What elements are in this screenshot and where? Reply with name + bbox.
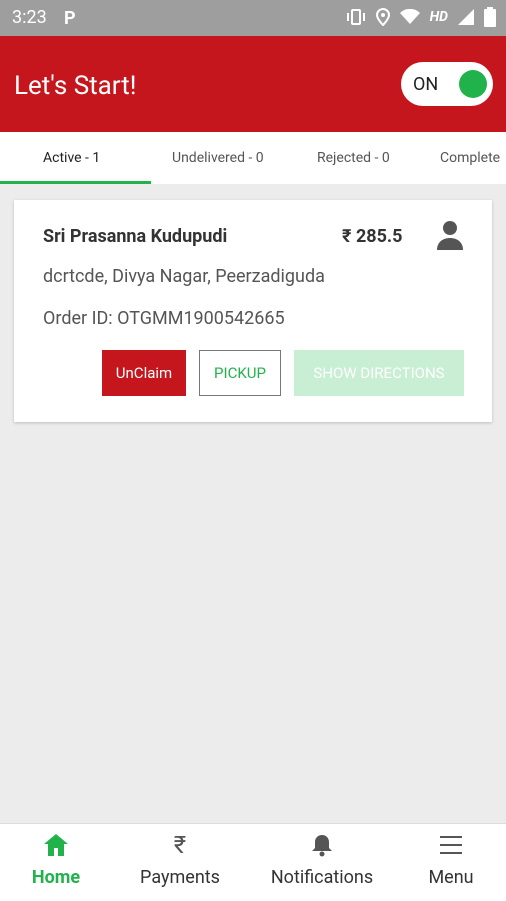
nav-home[interactable]: Home (0, 824, 112, 901)
order-id: Order ID: OTGMM1900542665 (43, 308, 285, 329)
bottom-navigation: Home ₹ Payments Notifications Menu (0, 823, 506, 901)
nav-menu-label: Menu (428, 867, 474, 888)
order-tabs: Active - 1 Undelivered - 0 Rejected - 0 … (0, 132, 506, 184)
order-price: ₹ 285.5 (342, 226, 403, 247)
status-icons: HD (346, 7, 496, 27)
signal-icon (458, 9, 474, 25)
tab-active[interactable]: Active - 1 (43, 150, 100, 166)
nav-notifications[interactable]: Notifications (266, 824, 378, 901)
location-icon (375, 8, 390, 26)
vibrate-icon (346, 9, 365, 25)
rupee-icon: ₹ (173, 831, 187, 859)
delivery-address: dcrtcde, Divya Nagar, Peerzadiguda (43, 266, 325, 287)
parking-app-icon: P (64, 8, 76, 29)
order-card: Sri Prasanna Kudupudi ₹ 285.5 dcrtcde, D… (14, 200, 492, 422)
show-directions-button[interactable]: SHOW DIRECTIONS (294, 350, 464, 396)
nav-payments-label: Payments (140, 867, 220, 888)
bell-icon (312, 835, 332, 857)
tab-indicator (0, 181, 151, 184)
person-icon[interactable] (436, 220, 464, 250)
nav-notifications-label: Notifications (270, 867, 374, 888)
battery-icon (484, 7, 496, 27)
nav-home-label: Home (31, 867, 81, 888)
nav-payments[interactable]: ₹ Payments (124, 824, 236, 901)
customer-name: Sri Prasanna Kudupudi (43, 226, 228, 247)
pickup-button[interactable]: PICKUP (199, 350, 281, 396)
tab-undelivered[interactable]: Undelivered - 0 (172, 150, 264, 166)
tab-rejected[interactable]: Rejected - 0 (317, 150, 390, 166)
online-toggle[interactable]: ON (401, 62, 493, 106)
unclaim-button[interactable]: UnClaim (102, 350, 186, 396)
toggle-knob (459, 70, 487, 98)
page-title: Let's Start! (14, 71, 137, 101)
wifi-icon (399, 9, 420, 24)
toggle-label: ON (413, 74, 439, 95)
hamburger-icon (440, 836, 462, 854)
nav-menu[interactable]: Menu (396, 824, 506, 901)
status-bar: 3:23 P HD (0, 0, 506, 36)
status-time: 3:23 (12, 7, 47, 28)
tab-completed[interactable]: Complete (440, 150, 500, 166)
home-icon (44, 834, 68, 856)
network-type-label: HD (429, 9, 448, 25)
